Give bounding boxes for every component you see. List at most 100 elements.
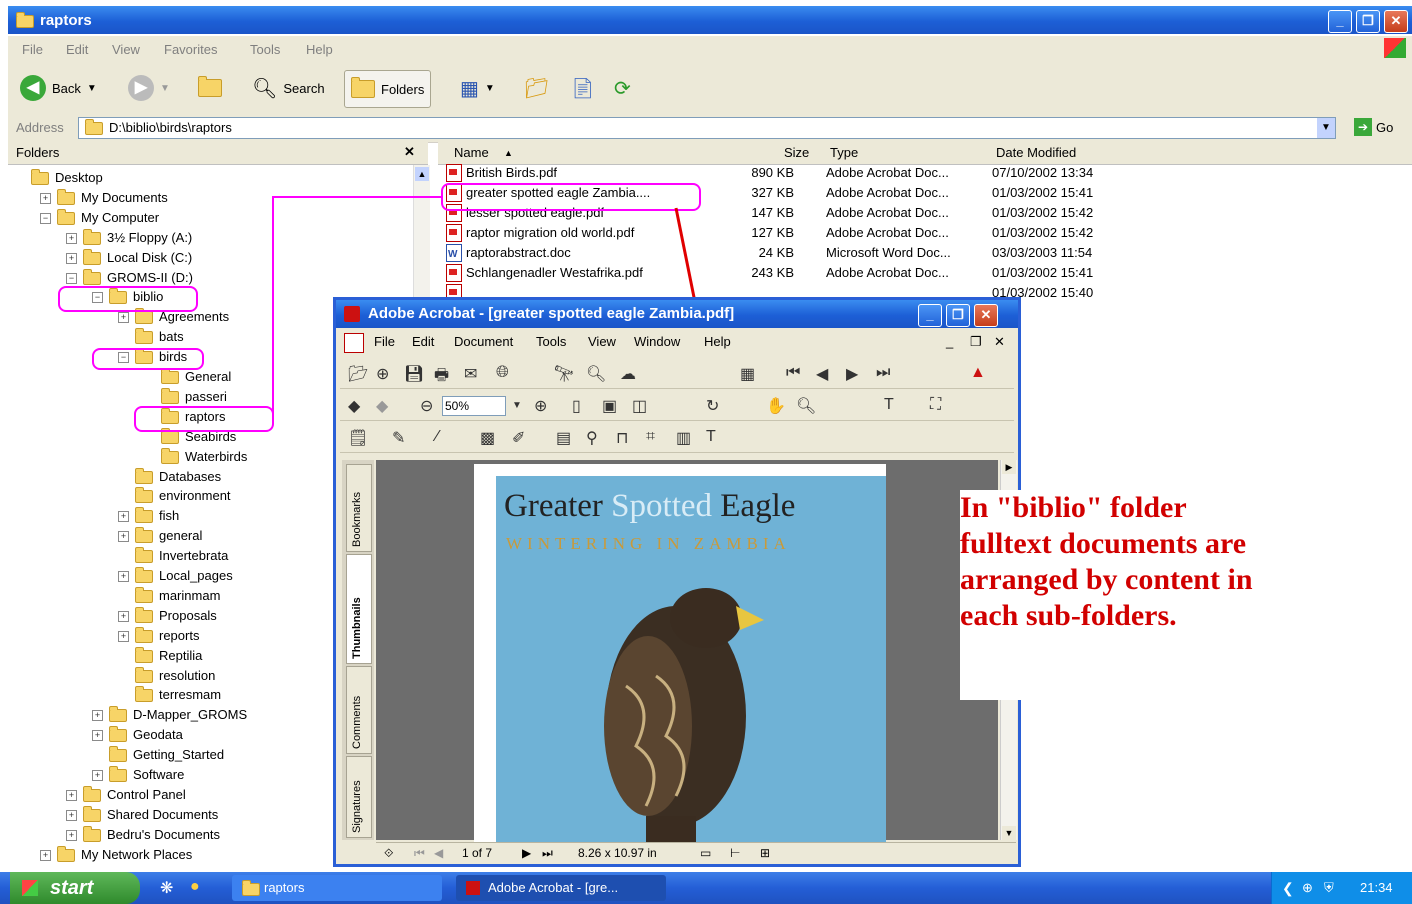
tree-item[interactable]: Databases	[118, 467, 221, 486]
tree-item[interactable]: Invertebrata	[118, 547, 228, 565]
close-pane-icon[interactable]: ✕	[404, 144, 415, 160]
file-row[interactable]: raptorabstract.doc24 KBMicrosoft Word Do…	[442, 243, 1162, 265]
column-date[interactable]: Date Modified	[996, 145, 1076, 160]
graphics-tool-icon[interactable]: ✐	[512, 428, 525, 448]
expand-icon[interactable]: +	[40, 192, 51, 204]
tree-item[interactable]: + Control Panel	[66, 785, 186, 804]
move-to-button[interactable]: 📁︎	[524, 70, 549, 106]
expand-icon[interactable]: +	[66, 252, 77, 264]
column-size[interactable]: Size	[784, 145, 809, 160]
expand-icon[interactable]: +	[66, 232, 77, 244]
text-select-icon[interactable]: T	[884, 396, 894, 414]
tree-item[interactable]: + Local Disk (C:)	[66, 248, 192, 267]
collapse-icon[interactable]: −	[66, 272, 77, 284]
find-icon[interactable]: 🔭︎	[554, 364, 574, 384]
fit-width-icon[interactable]: ◫	[632, 396, 647, 416]
expand-icon[interactable]: +	[118, 511, 129, 523]
menu-favorites[interactable]: Favorites	[164, 42, 217, 57]
collapse-icon[interactable]: −	[40, 212, 51, 224]
column-name[interactable]: Name	[454, 145, 489, 160]
tree-item[interactable]: +3½ Floppy (A:)	[66, 228, 192, 247]
tree-item[interactable]: + My Network Places	[40, 845, 192, 864]
prev-page-status-icon[interactable]: ◀	[434, 846, 443, 860]
zoom-field[interactable]: 50%	[442, 396, 506, 416]
column-type[interactable]: Type	[830, 145, 858, 160]
acro-menu-document[interactable]: Document	[454, 334, 513, 349]
address-input[interactable]: D:\biblio\birds\raptors ▼	[78, 117, 1336, 139]
search-button[interactable]: 🔍︎ Search	[252, 70, 325, 106]
open-icon[interactable]: 📂︎	[348, 364, 368, 384]
tree-item[interactable]: − GROMS-II (D:)	[66, 268, 193, 287]
zoom-in-icon[interactable]: ⊕	[534, 396, 547, 416]
acro-close-button[interactable]: ✕	[974, 304, 998, 327]
browse-icon[interactable]: ⊕	[376, 364, 389, 384]
tree-item[interactable]: Waterbirds	[144, 447, 247, 466]
acro-menu-edit[interactable]: Edit	[412, 334, 434, 349]
tree-item[interactable]: marinmam	[118, 586, 220, 605]
rotate-icon[interactable]: ↻	[706, 396, 719, 416]
copy-to-button[interactable]: 📄︎	[570, 70, 595, 106]
zoom-tool-icon[interactable]: 🔍︎	[796, 396, 816, 416]
start-button[interactable]: start	[10, 872, 140, 904]
forward-button[interactable]: ▶ ▼	[128, 70, 170, 106]
movie-tool-icon[interactable]: ▥	[676, 428, 691, 448]
document-view[interactable]: Greater Spotted Eagle WINTERING IN ZAMBI…	[376, 460, 998, 846]
up-folder-button[interactable]	[198, 70, 222, 106]
tree-item[interactable]: + Shared Documents	[66, 805, 218, 824]
back-icon[interactable]: ◆	[348, 396, 360, 416]
acrobat-title-bar[interactable]: Adobe Acrobat - [greater spotted eagle Z…	[336, 300, 1018, 328]
task-raptors[interactable]: raptors	[232, 875, 442, 901]
back-button[interactable]: ◀ Back ▼	[20, 70, 97, 106]
zoom-dropdown-icon[interactable]: ▼	[512, 400, 522, 411]
pencil-tool-icon[interactable]: ✎	[392, 428, 405, 448]
explorer-title-bar[interactable]: raptors _ ❐ ✕	[8, 6, 1412, 34]
expand-icon[interactable]: +	[66, 829, 77, 841]
tree-item[interactable]: Desktop	[14, 169, 103, 187]
acro-maximize-button[interactable]: ❐	[946, 304, 970, 327]
crop-tool-icon[interactable]: ⌗	[646, 428, 655, 446]
expand-icon[interactable]: +	[92, 710, 103, 722]
expand-icon[interactable]: +	[66, 789, 77, 801]
review-icon[interactable]: ☁	[620, 364, 636, 384]
maximize-button[interactable]: ❐	[1356, 10, 1380, 33]
expand-icon[interactable]: +	[118, 630, 129, 642]
touchup-text-icon[interactable]: T	[706, 428, 716, 446]
save-icon[interactable]: 💾︎	[404, 364, 424, 384]
forward-icon[interactable]: ◆	[376, 396, 388, 416]
acro-menu-file[interactable]: File	[374, 334, 395, 349]
scroll-up-icon[interactable]: ▲	[415, 167, 429, 181]
acro-menu-help[interactable]: Help	[704, 334, 731, 349]
page-indicator[interactable]: 1 of 7	[462, 846, 492, 860]
clock[interactable]: 21:34	[1360, 872, 1393, 904]
expand-icon[interactable]: +	[118, 571, 129, 583]
prev-page-icon[interactable]: ◀	[816, 364, 828, 384]
tree-item[interactable]: environment	[118, 487, 231, 505]
expand-icon[interactable]: +	[40, 849, 51, 861]
tree-item[interactable]: + Geodata	[92, 726, 183, 744]
network-icon[interactable]: ⊕	[1302, 872, 1313, 904]
next-page-icon[interactable]: ▶	[846, 364, 858, 384]
doc-close-icon[interactable]: ✕	[994, 334, 1005, 350]
views-button[interactable]: ▦ ▼	[460, 70, 495, 106]
menu-file[interactable]: File	[22, 42, 43, 57]
tree-item[interactable]: + fish	[118, 507, 179, 525]
last-page-icon[interactable]: ⏭	[876, 364, 890, 382]
doc-minimize-icon[interactable]: _	[946, 334, 953, 349]
page-nav-icon[interactable]: ⟐	[384, 846, 393, 861]
fit-page-icon[interactable]: ▣	[602, 396, 617, 416]
expand-icon[interactable]: +	[118, 531, 129, 543]
address-dropdown-icon[interactable]: ▼	[1317, 118, 1335, 138]
next-page-status-icon[interactable]: ▶	[522, 846, 531, 860]
tray-arrow-icon[interactable]: ❮	[1282, 872, 1294, 904]
refresh-button[interactable]: ⟳	[614, 70, 631, 106]
tree-item[interactable]: passeri	[144, 387, 227, 406]
highlight-tool-icon[interactable]: ⁄	[436, 428, 439, 446]
file-row[interactable]: raptor migration old world.pdf 127 KB Adob…	[442, 223, 1162, 243]
acro-minimize-button[interactable]: _	[918, 304, 942, 327]
single-page-icon[interactable]: ▭	[700, 846, 711, 860]
tree-item[interactable]: + general	[118, 527, 202, 545]
acrobat-window[interactable]: Adobe Acrobat - [greater spotted eagle Z…	[333, 297, 1021, 867]
tree-item[interactable]: + Bedru's Documents	[66, 825, 220, 844]
acro-menu-view[interactable]: View	[588, 334, 616, 349]
search-icon[interactable]: 🔍︎	[586, 364, 606, 384]
